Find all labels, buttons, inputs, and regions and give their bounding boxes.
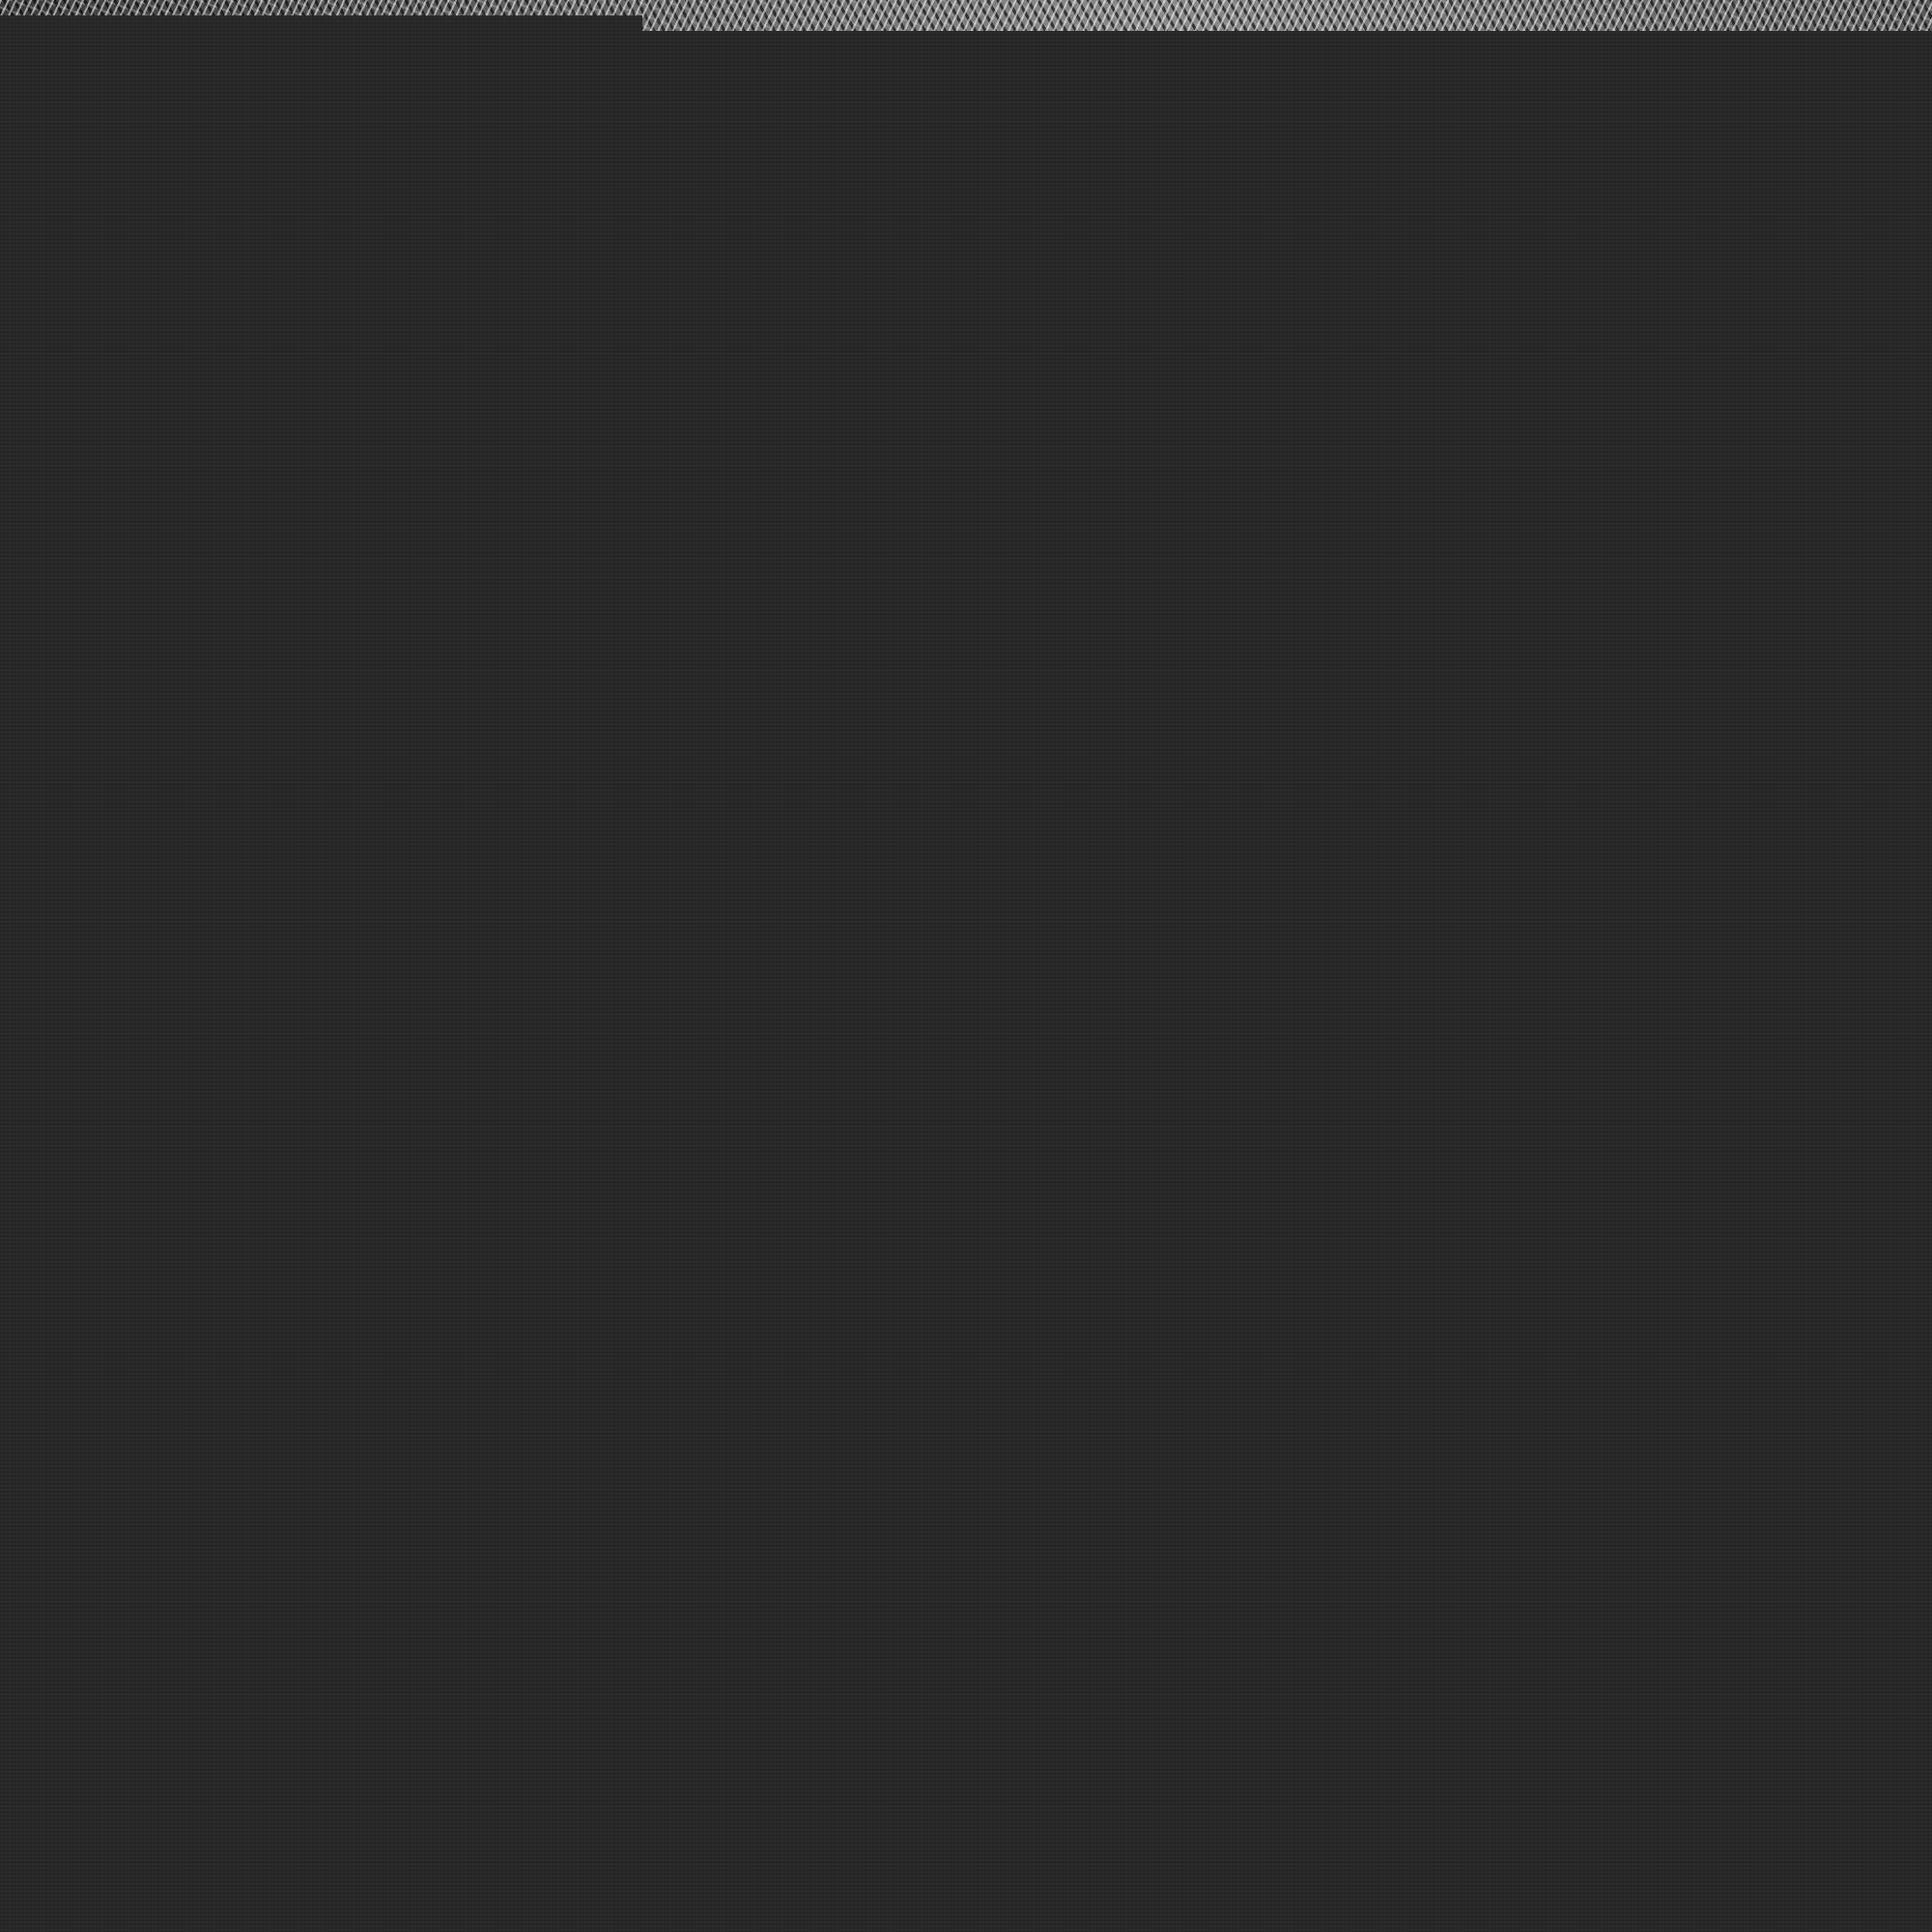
page <box>0 0 1932 1932</box>
dark-overlay-panel[interactable] <box>0 31 1932 1932</box>
overlay-edge <box>0 15 642 31</box>
